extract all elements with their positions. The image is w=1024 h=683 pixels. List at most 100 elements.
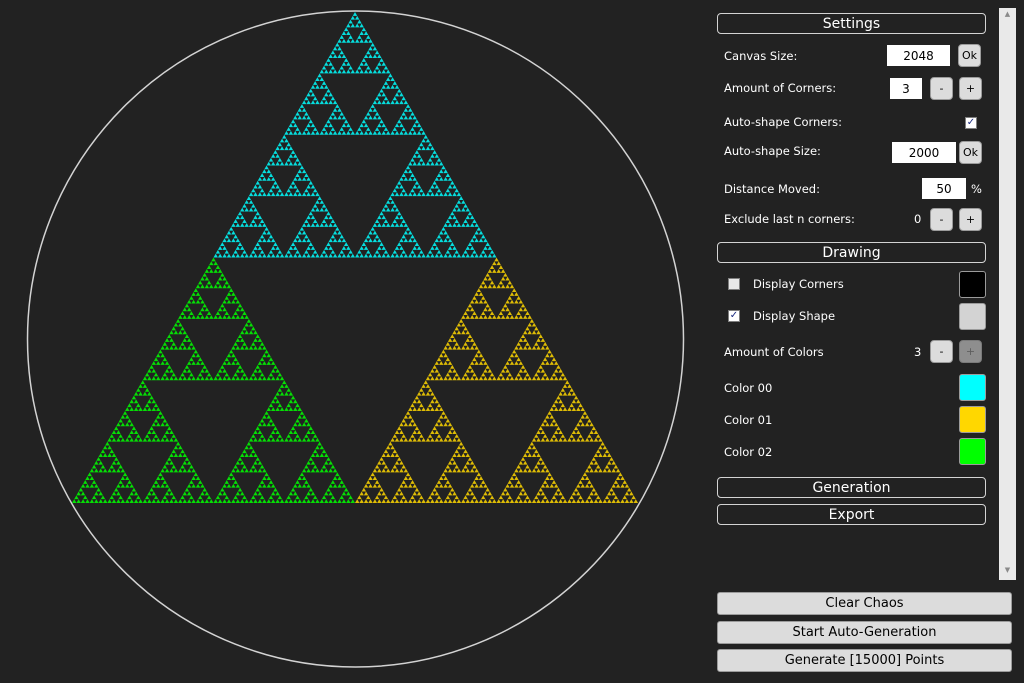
shape-color-swatch[interactable] <box>959 303 986 330</box>
fractal-point-cluster <box>233 464 238 469</box>
fractal-point-cluster <box>231 299 236 304</box>
fractal-point-cluster <box>195 315 201 319</box>
fractal-point-cluster <box>410 249 415 254</box>
fractal-point-cluster <box>385 453 391 457</box>
fractal-point-cluster <box>156 353 161 358</box>
exclude-minus-button[interactable]: - <box>930 208 953 231</box>
fractal-point-cluster <box>215 265 221 270</box>
corners-plus-button[interactable]: + <box>959 77 982 100</box>
color-02-swatch[interactable] <box>959 438 986 465</box>
fractal-point-cluster <box>142 499 148 503</box>
fractal-point-cluster <box>262 468 267 473</box>
fractal-point-cluster <box>268 249 274 254</box>
canvas-size-input[interactable] <box>887 45 950 66</box>
fractal-point-cluster <box>427 403 433 408</box>
fractal-point-cluster <box>542 341 548 346</box>
fractal-point-cluster <box>518 299 524 304</box>
fractal-point-cluster <box>321 127 327 131</box>
fractal-point-cluster <box>160 468 165 473</box>
display-corners-checkbox[interactable] <box>728 278 740 290</box>
colors-minus-button[interactable]: - <box>930 340 953 363</box>
fractal-point-cluster <box>315 207 320 212</box>
fractal-point-cluster <box>496 261 501 266</box>
fractal-point-cluster <box>151 361 157 365</box>
fractal-point-cluster <box>485 242 490 246</box>
fractal-point-cluster <box>399 468 404 473</box>
fractal-point-cluster <box>339 495 344 500</box>
fractal-point-cluster <box>89 499 95 503</box>
fractal-point-cluster <box>259 234 265 239</box>
fractal-point-cluster <box>228 226 234 231</box>
display-shape-checkbox[interactable]: ✓ <box>728 310 740 322</box>
fractal-point-cluster <box>447 238 453 243</box>
corners-minus-button[interactable]: - <box>930 77 953 100</box>
canvas-size-ok-button[interactable]: Ok <box>958 44 981 67</box>
clear-chaos-button[interactable]: Clear Chaos <box>717 592 1012 615</box>
auto-shape-size-input[interactable] <box>892 142 956 163</box>
fractal-point-cluster <box>312 495 318 500</box>
fractal-point-cluster <box>408 437 413 442</box>
corners-color-swatch[interactable] <box>959 271 986 298</box>
fractal-point-cluster <box>498 372 504 377</box>
fractal-point-cluster <box>355 130 360 135</box>
fractal-point-cluster <box>527 499 532 503</box>
fractal-point-cluster <box>235 215 241 220</box>
fractal-point-cluster <box>310 245 316 250</box>
distance-moved-input[interactable] <box>922 178 966 199</box>
fractal-point-cluster <box>202 487 207 492</box>
fractal-point-cluster <box>461 222 466 227</box>
color-01-swatch[interactable] <box>959 406 986 433</box>
fractal-point-cluster <box>421 138 426 143</box>
fractal-point-cluster <box>359 69 364 74</box>
fractal-point-cluster <box>392 188 398 193</box>
fractal-point-cluster <box>266 253 271 258</box>
fractal-point-cluster <box>531 345 537 350</box>
fractal-point-cluster <box>222 238 227 243</box>
fractal-point-cluster <box>436 403 442 408</box>
drawing-header[interactable]: Drawing <box>717 242 986 263</box>
color-00-swatch[interactable] <box>959 374 986 401</box>
fractal-point-cluster <box>540 422 546 427</box>
fractal-point-cluster <box>182 315 187 319</box>
fractal-point-cluster <box>399 499 404 503</box>
panel-scrollbar[interactable]: ▲ ▼ <box>999 8 1016 580</box>
fractal-point-cluster <box>257 338 263 342</box>
generate-points-button[interactable]: Generate [15000] Points <box>717 649 1012 672</box>
fractal-point-cluster <box>301 422 307 427</box>
fractal-point-cluster <box>421 407 426 411</box>
corners-input[interactable] <box>890 78 922 99</box>
fractal-point-cluster <box>200 376 205 381</box>
fractal-point-cluster <box>359 38 364 43</box>
export-header[interactable]: Export <box>717 504 986 525</box>
fractal-point-cluster <box>186 491 192 496</box>
fractal-point-cluster <box>587 479 592 484</box>
fractal-point-cluster <box>516 372 521 377</box>
generation-header[interactable]: Generation <box>717 477 986 498</box>
fractal-point-cluster <box>357 35 362 39</box>
fractal-point-cluster <box>518 491 524 496</box>
fractal-point-cluster <box>518 468 524 473</box>
fractal-point-cluster <box>553 376 559 381</box>
fractal-point-cluster <box>310 84 316 89</box>
fractal-point-cluster <box>262 437 267 442</box>
fractal-point-cluster <box>189 372 194 377</box>
fractal-point-cluster <box>377 468 382 473</box>
auto-shape-corners-checkbox[interactable]: ✓ <box>965 117 977 129</box>
settings-header[interactable]: Settings <box>717 13 986 34</box>
scroll-down-arrow-icon[interactable]: ▼ <box>999 566 1016 578</box>
colors-plus-button[interactable]: + <box>959 340 982 363</box>
fractal-point-cluster <box>321 65 327 70</box>
fractal-point-cluster <box>343 242 349 246</box>
fractal-point-cluster <box>587 464 592 469</box>
auto-shape-size-ok-button[interactable]: Ok <box>959 141 982 164</box>
start-auto-generation-button[interactable]: Start Auto-Generation <box>717 621 1012 644</box>
fractal-point-cluster <box>403 414 409 419</box>
fractal-point-cluster <box>547 410 552 415</box>
fractal-point-cluster <box>383 249 389 254</box>
scroll-up-arrow-icon[interactable]: ▲ <box>999 10 1016 22</box>
exclude-plus-button[interactable]: + <box>959 208 982 231</box>
fractal-point-cluster <box>328 69 333 74</box>
fractal-point-cluster <box>253 338 258 342</box>
fractal-point-cluster <box>346 130 351 135</box>
fractal-canvas[interactable] <box>0 0 710 683</box>
